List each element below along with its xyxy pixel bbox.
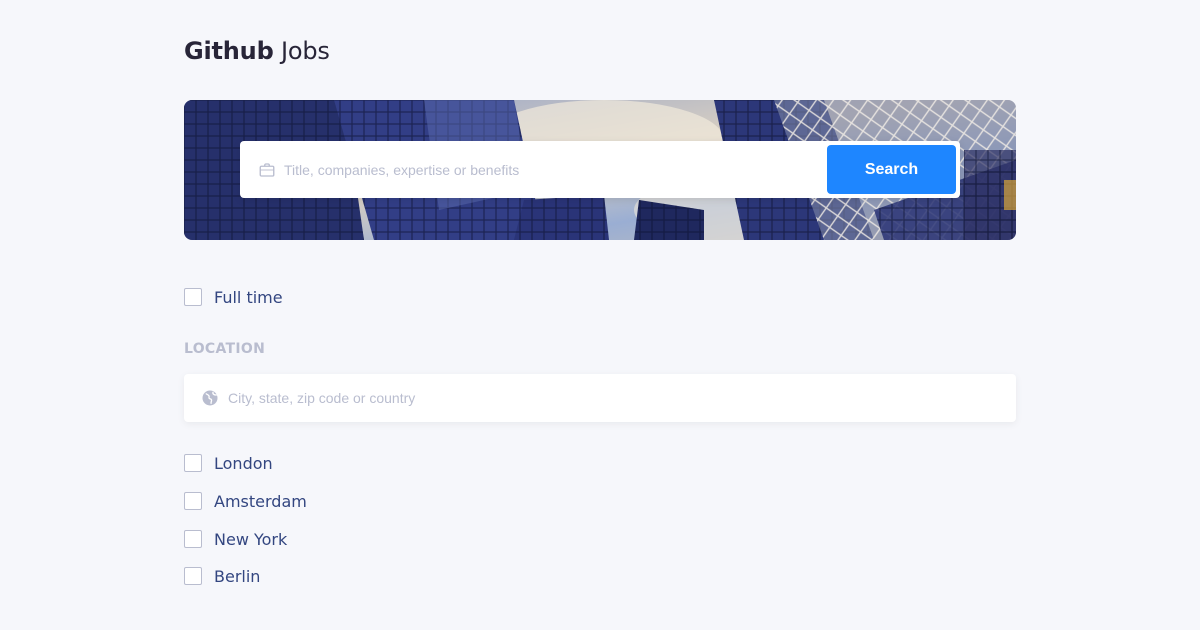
location-option-amsterdam[interactable]: Amsterdam (184, 491, 307, 511)
app-title-light: Jobs (281, 37, 330, 65)
search-button[interactable]: Search (827, 145, 956, 194)
new-york-checkbox[interactable] (184, 530, 202, 548)
app-title: Github Jobs (184, 36, 330, 66)
full-time-checkbox[interactable] (184, 288, 202, 306)
search-input[interactable] (284, 155, 824, 185)
location-search-bar (184, 374, 1016, 422)
amsterdam-checkbox[interactable] (184, 492, 202, 510)
london-checkbox[interactable] (184, 454, 202, 472)
location-option-label: Berlin (214, 566, 261, 586)
location-option-berlin[interactable]: Berlin (184, 566, 260, 586)
briefcase-icon (259, 163, 275, 177)
search-bar: Search (240, 141, 960, 198)
location-input[interactable] (228, 383, 988, 413)
hero-banner: Search (184, 100, 1016, 240)
location-option-london[interactable]: London (184, 453, 273, 473)
location-option-label: New York (214, 529, 288, 549)
app-title-bold: Github (184, 37, 274, 65)
location-option-label: Amsterdam (214, 491, 307, 511)
location-option-label: London (214, 453, 273, 473)
full-time-label: Full time (214, 287, 283, 307)
location-option-new-york[interactable]: New York (184, 529, 287, 549)
berlin-checkbox[interactable] (184, 567, 202, 585)
location-section-title: LOCATION (184, 341, 266, 357)
globe-icon (202, 390, 218, 406)
full-time-filter[interactable]: Full time (184, 287, 283, 307)
